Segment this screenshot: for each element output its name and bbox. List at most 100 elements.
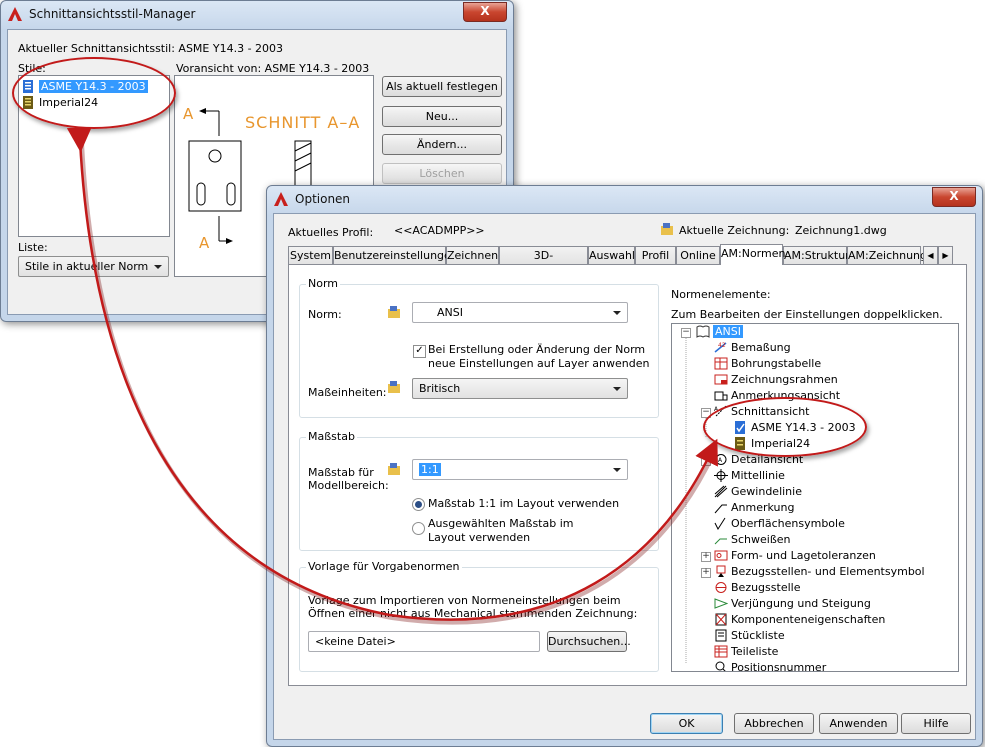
tree-expand-datum-symbol[interactable]: + xyxy=(701,568,711,578)
tree-item-label: Schweißen xyxy=(731,533,791,546)
options-close-button[interactable]: X xyxy=(932,187,976,207)
tab-scroll-left-button[interactable]: ◀ xyxy=(923,246,938,264)
chevron-down-icon xyxy=(613,387,621,391)
tree-item-taper-slope[interactable]: Verjüngung und Steigung xyxy=(714,596,871,612)
tab-am-standards[interactable]: AM:Normen xyxy=(720,244,785,265)
options-titlebar[interactable]: Optionen X xyxy=(267,186,982,212)
scale-select[interactable]: 1:1 xyxy=(412,459,628,480)
tree-item-label: Bezugsstelle xyxy=(731,581,801,594)
modify-button[interactable]: Ändern... xyxy=(382,134,502,155)
tab-online[interactable]: Online xyxy=(676,246,720,264)
tolerance-icon xyxy=(714,550,728,561)
units-select[interactable]: Britisch xyxy=(412,378,628,399)
tab-drafting[interactable]: Zeichnen xyxy=(446,246,499,264)
highlight-ellipse-options xyxy=(703,397,867,457)
units-label: Maßeinheiten: xyxy=(308,386,387,399)
list-filter-select[interactable]: Stile in aktueller Norm xyxy=(18,256,169,277)
datum-target-icon xyxy=(715,582,727,593)
tree-lines xyxy=(685,338,707,664)
apply-button[interactable]: Anwenden xyxy=(819,713,898,734)
list-filter-value: Stile in aktueller Norm xyxy=(25,260,149,273)
template-group-title: Vorlage für Vorgabenormen xyxy=(306,560,462,573)
tree-item-label: Gewindelinie xyxy=(731,485,802,498)
template-file-value: <keine Datei> xyxy=(315,635,396,648)
tree-item-label: Teileliste xyxy=(731,645,779,658)
tree-item-datum-symbol[interactable]: Bezugsstellen- und Elementsymbol xyxy=(714,564,925,580)
tree-expand-tolerances[interactable]: + xyxy=(701,552,711,562)
selected-scale-radio[interactable] xyxy=(412,522,425,535)
options-window: Optionen X Aktuelles Profil: <<ACADMPP>>… xyxy=(266,185,983,747)
scale-1-1-radio[interactable] xyxy=(412,498,425,511)
tab-system[interactable]: System xyxy=(288,246,333,264)
list-label: Liste: xyxy=(18,241,48,254)
new-button[interactable]: Neu... xyxy=(382,106,502,127)
tree-item-datum-target[interactable]: Bezugsstelle xyxy=(714,580,800,596)
tree-item-balloon[interactable]: Positionsnummer xyxy=(714,660,827,672)
tree-item-note[interactable]: Anmerkung xyxy=(714,500,794,516)
set-current-button[interactable]: Als aktuell festlegen xyxy=(382,76,502,97)
tab-am-structure[interactable]: AM:Struktur xyxy=(783,246,850,264)
tab-user-settings[interactable]: Benutzereinstellungen xyxy=(333,246,458,264)
tree-expand-detail-view[interactable]: + xyxy=(701,456,711,466)
tree-item-dimension[interactable]: 42 Bemaßung xyxy=(714,340,791,356)
units-value: Britisch xyxy=(419,382,461,395)
tab-selection[interactable]: Auswahl xyxy=(588,246,635,264)
highlight-ellipse-manager xyxy=(12,57,176,129)
current-style-label: Aktueller Schnittansichtsstil: ASME Y14.… xyxy=(18,42,284,55)
tree-item-parts-list[interactable]: Teileliste xyxy=(714,644,778,660)
browse-button[interactable]: Durchsuchen... xyxy=(547,631,631,652)
chevron-down-icon xyxy=(154,265,162,269)
tree-item-bom[interactable]: Stückliste xyxy=(714,628,785,644)
tab-profile[interactable]: Profil xyxy=(635,246,676,264)
delete-button[interactable]: Löschen xyxy=(382,163,502,184)
tree-item-label: Mittellinie xyxy=(731,469,785,482)
norm-value: ANSI xyxy=(437,306,463,319)
template-file-field[interactable]: <keine Datei> xyxy=(308,631,540,652)
tab-am-drawing[interactable]: AM:Zeichnung xyxy=(847,246,927,264)
apply-layer-checkbox[interactable]: ✓ xyxy=(413,345,426,358)
cancel-button[interactable]: Abbrechen xyxy=(734,713,814,734)
component-properties-icon xyxy=(715,613,727,626)
tree-item-label: Komponenteneigenschaften xyxy=(731,613,886,626)
drawing-value: Zeichnung1.dwg xyxy=(795,224,887,237)
title-border-icon xyxy=(714,374,728,385)
elements-tree[interactable]: − ANSI 42 Bemaßung Bohrungstabelle Zeichn… xyxy=(671,323,959,672)
norm-group: Norm Norm: ANSI ✓ Bei Erstellung oder Än… xyxy=(299,277,659,418)
tree-item-label: Verjüngung und Steigung xyxy=(731,597,871,610)
template-desc-1: Vorlage zum Importieren von Normeneinste… xyxy=(308,594,621,607)
book-icon xyxy=(696,325,710,338)
template-group: Vorlage für Vorgabenormen Vorlage zum Im… xyxy=(299,560,659,672)
apply-layer-label-1: Bei Erstellung oder Änderung der Norm xyxy=(428,343,646,356)
tree-item-label: Form- und Lagetoleranzen xyxy=(731,549,876,562)
tree-item-hole-table[interactable]: Bohrungstabelle xyxy=(714,356,821,372)
tree-root-ansi[interactable]: ANSI xyxy=(696,324,743,340)
tree-item-tolerances[interactable]: Form- und Lagetoleranzen xyxy=(714,548,876,564)
tab-3d-modeling[interactable]: 3D-Modellierung xyxy=(499,246,588,280)
selected-scale-label-2: Layout verwenden xyxy=(428,531,531,544)
ok-button[interactable]: OK xyxy=(650,713,723,734)
manager-close-button[interactable]: X xyxy=(463,2,507,22)
tree-item-title-border[interactable]: Zeichnungsrahmen xyxy=(714,372,838,388)
tree-collapse-root[interactable]: − xyxy=(681,328,691,338)
norm-select[interactable]: ANSI xyxy=(412,302,628,323)
norm-group-title: Norm xyxy=(306,277,341,290)
elements-label: Normenelemente: xyxy=(671,288,771,301)
tree-item-label: Positionsnummer xyxy=(731,661,827,672)
tree-item-component-properties[interactable]: Komponenteneigenschaften xyxy=(714,612,885,628)
tab-scroll-right-button[interactable]: ▶ xyxy=(938,246,953,264)
drawing-icon xyxy=(661,223,673,235)
tree-item-label: Anmerkung xyxy=(731,501,795,514)
note-icon xyxy=(714,504,727,514)
tree-item-thread-line[interactable]: Gewindelinie xyxy=(714,484,802,500)
svg-text:42: 42 xyxy=(718,342,726,349)
standard-icon xyxy=(388,306,400,318)
template-desc-2: Öffnen einer nicht aus Mechanical stamme… xyxy=(308,607,638,620)
manager-titlebar[interactable]: Schnittansichtsstil-Manager X xyxy=(1,1,513,27)
chevron-down-icon xyxy=(613,468,621,472)
tree-item-welding[interactable]: Schweißen xyxy=(714,532,791,548)
help-button[interactable]: Hilfe xyxy=(901,713,971,734)
tree-item-surface-symbols[interactable]: Oberflächensymbole xyxy=(714,516,845,532)
scale-label-2: Modellbereich: xyxy=(308,479,389,492)
hole-table-icon xyxy=(714,357,728,370)
tree-item-centerline[interactable]: Mittellinie xyxy=(714,468,785,484)
